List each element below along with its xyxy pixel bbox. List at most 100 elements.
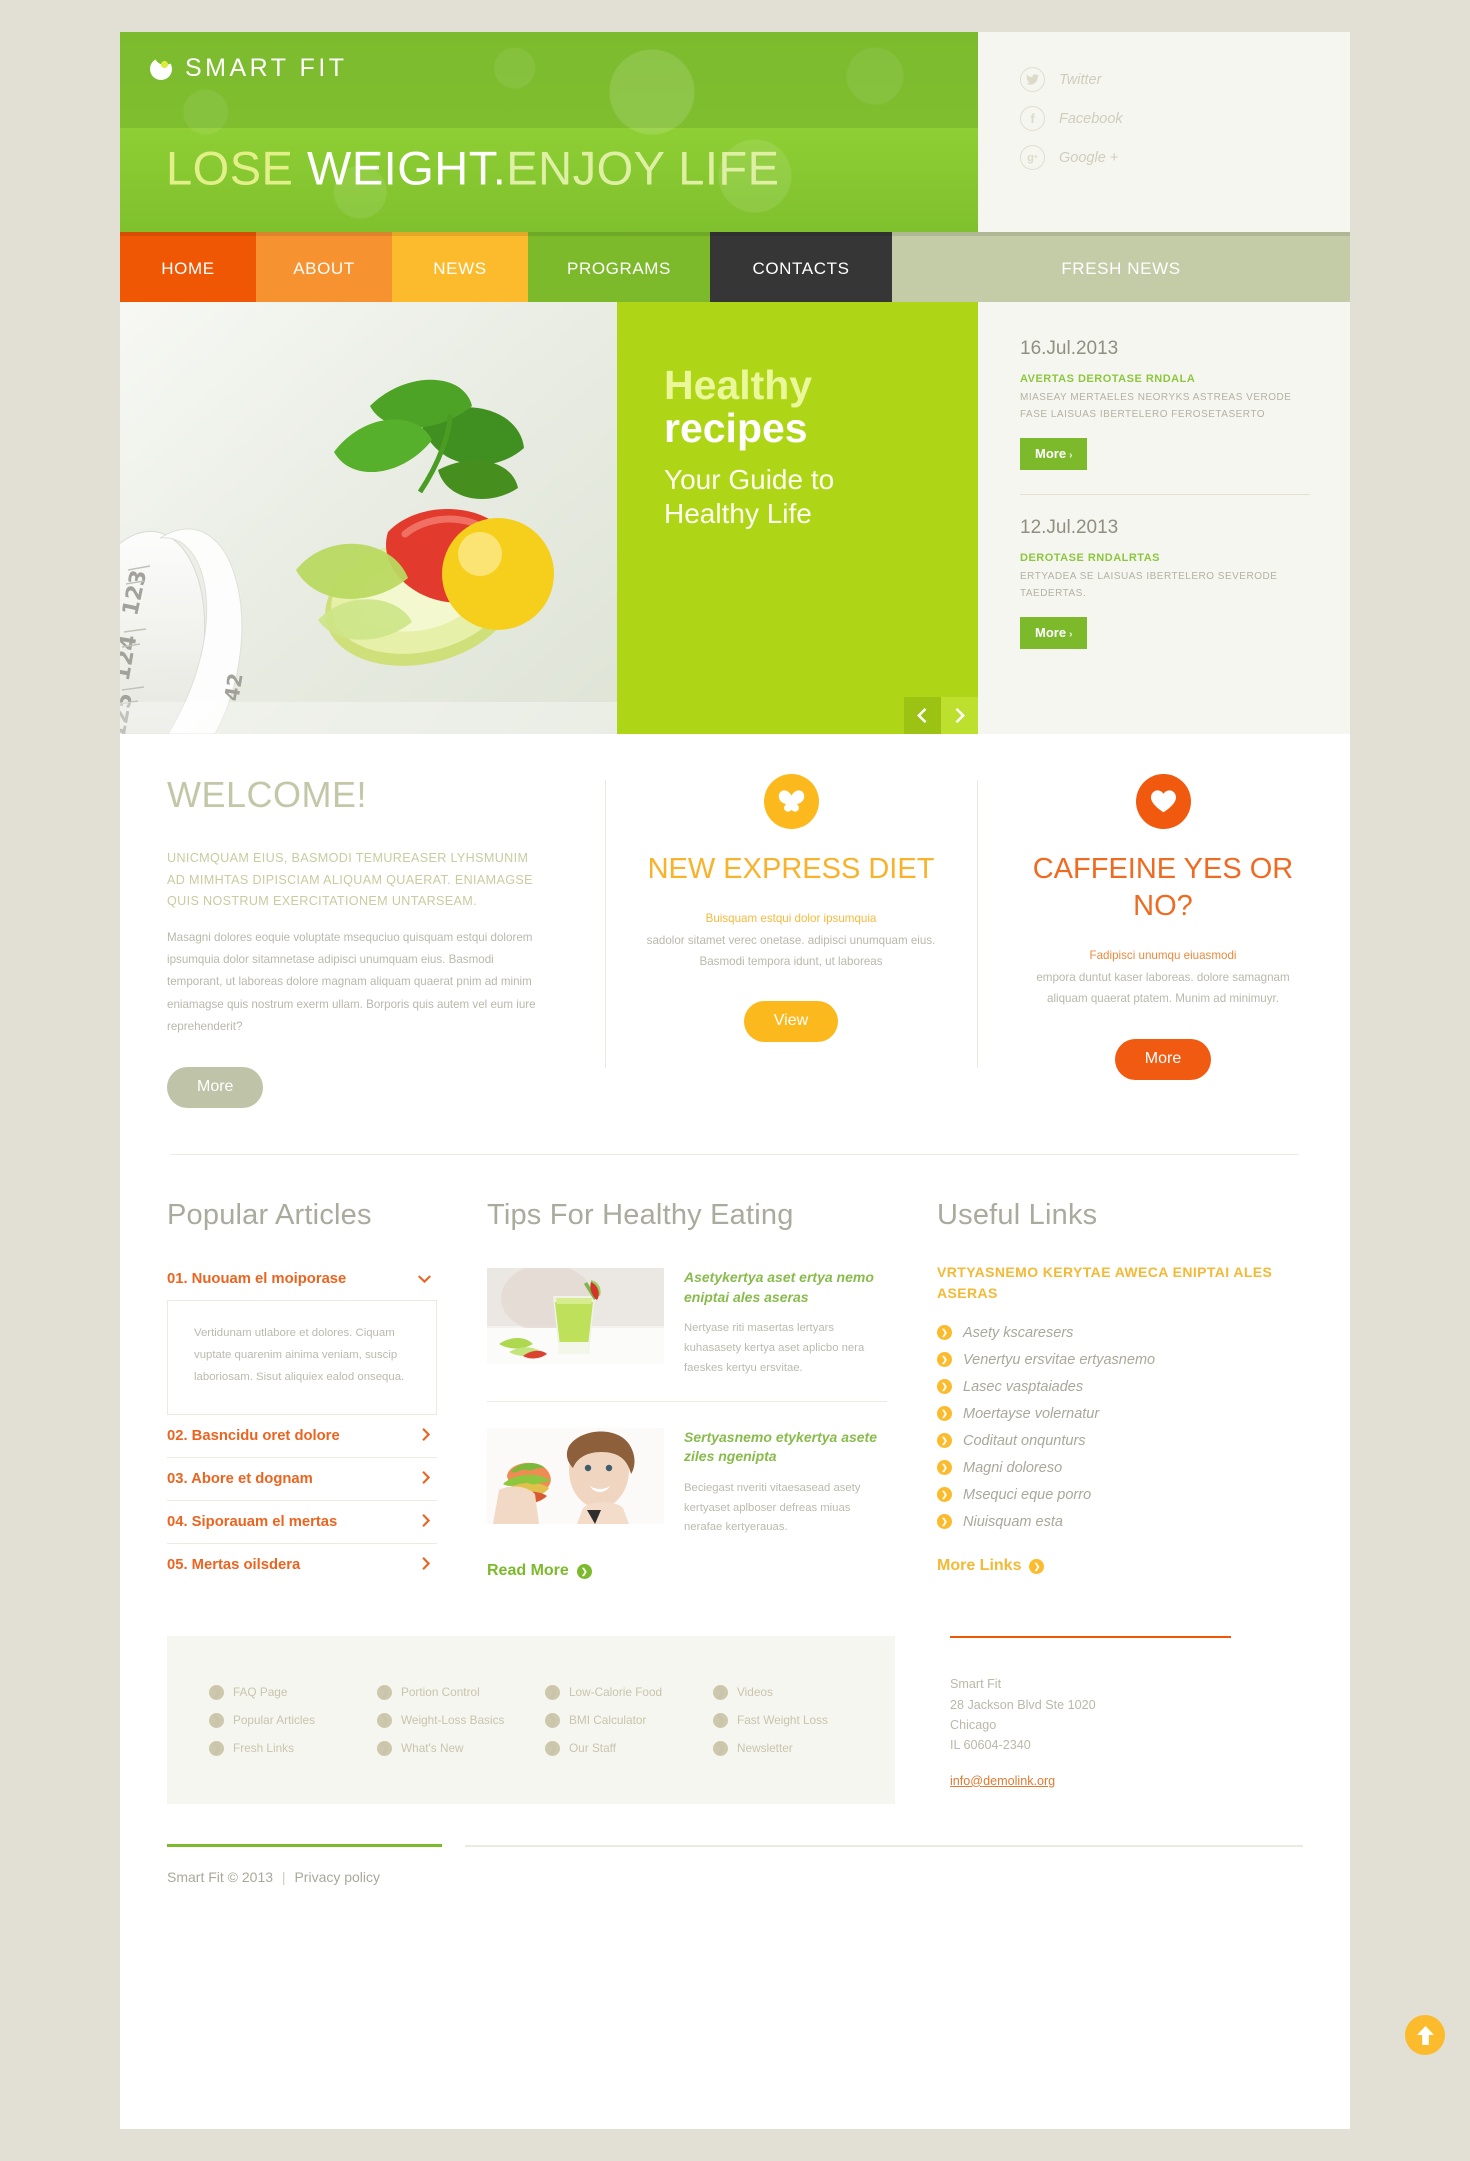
chevron-down-icon — [418, 1272, 431, 1287]
social-link-googleplus[interactable]: g + Google + — [1020, 145, 1350, 170]
feature-card-new-express-diet: NEW EXPRESS DIET Buisquam estqui dolor i… — [605, 774, 977, 1108]
feature-highlight: Fadipisci unumqu eiuasmodi — [1089, 949, 1237, 963]
footer-link[interactable]: ❯ Fast Weight Loss — [713, 1706, 881, 1734]
nav-item-fresh-news[interactable]: FRESH NEWS — [892, 232, 1350, 302]
address-line-4: IL 60604-2340 — [950, 1738, 1031, 1753]
arrow-right-circle-icon: ❯ — [937, 1352, 952, 1368]
arrow-right-circle-icon: ❯ — [377, 1740, 392, 1756]
accordion-panel-1: Vertidunam utlabore et dolores. Ciquam v… — [167, 1300, 437, 1416]
feature-title: CAFFEINE YES OR NO? — [1032, 853, 1294, 923]
welcome-more-button[interactable]: More — [167, 1067, 264, 1109]
scroll-to-top-button[interactable] — [1405, 2015, 1445, 2055]
accordion-item-3[interactable]: 03. Abore et dognam — [167, 1458, 437, 1502]
feature-body: sadolor sitamet verec onetase. adipisci … — [646, 933, 936, 968]
copyright-text: Smart Fit © 2013 — [167, 1869, 274, 1886]
rule-grey — [465, 1845, 1303, 1848]
footer-link[interactable]: ❯ Videos — [713, 1678, 881, 1706]
accordion-item-4[interactable]: 04. Siporauam el mertas — [167, 1501, 437, 1545]
arrow-right-circle-icon: ❯ — [713, 1740, 728, 1756]
social-label-facebook: Facebook — [1059, 110, 1123, 127]
tip-text-block: Asetykertya aset ertya nemo eniptai ales… — [684, 1268, 887, 1378]
green-smoothie-photo[interactable] — [487, 1268, 664, 1365]
news-heading: AVERTAS DEROTASE RNDALA — [1020, 373, 1196, 385]
tip-heading[interactable]: Asetykertya aset ertya nemo eniptai ales… — [684, 1268, 887, 1307]
page-title: WELCOME! — [167, 774, 368, 815]
hero-headline: LOSE WEIGHT.ENJOY LIFE — [166, 141, 779, 196]
social-link-twitter[interactable]: Twitter — [1020, 67, 1350, 92]
social-link-facebook[interactable]: f Facebook — [1020, 106, 1350, 131]
list-item[interactable]: ❯ Asety kscaresers — [937, 1319, 1297, 1346]
accordion-item-2[interactable]: 02. Basncidu oret dolore — [167, 1415, 437, 1459]
accordion-list: 01. Nuouam el moiporase Vertidunam utlab… — [167, 1258, 437, 1586]
privacy-policy-link[interactable]: Privacy policy — [294, 1869, 380, 1885]
list-item-label: Asety kscaresers — [963, 1324, 1074, 1341]
woman-with-burger-photo[interactable] — [487, 1427, 664, 1524]
list-item[interactable]: ❯ Niuisquam esta — [937, 1508, 1297, 1535]
list-item[interactable]: ❯ Venertyu ersvitae ertyasnemo — [937, 1346, 1297, 1373]
nav-item-contacts[interactable]: CONTACTS — [710, 232, 892, 302]
nav-item-home[interactable]: HOME — [120, 232, 256, 302]
accordion-label: 04. Siporauam el mertas — [167, 1514, 338, 1531]
facebook-icon: f — [1020, 106, 1045, 131]
footer-address-panel: Smart Fit 28 Jackson Blvd Ste 1020 Chica… — [895, 1636, 1303, 1804]
accordion-label: 01. Nuouam el moiporase — [167, 1271, 347, 1288]
footer-link-label: Low-Calorie Food — [569, 1685, 663, 1700]
arrow-right-circle-icon: ❯ — [937, 1379, 952, 1395]
footer-link[interactable]: ❯ Weight-Loss Basics — [377, 1706, 545, 1734]
feature-view-button[interactable]: View — [743, 1001, 839, 1043]
news-more-label: More — [1035, 625, 1067, 640]
footer-link-label: Fast Weight Loss — [737, 1713, 828, 1728]
footer-link[interactable]: ❯ Popular Articles — [209, 1706, 377, 1734]
accordion-item-5[interactable]: 05. Mertas oilsdera — [167, 1544, 437, 1586]
welcome-lead: UNICMQUAM EIUS, BASMODI TEMUREASER LYHSM… — [167, 851, 533, 909]
nav-item-news[interactable]: NEWS — [392, 232, 528, 302]
list-item[interactable]: ❯ Moertayse volernatur — [937, 1400, 1297, 1427]
feature-highlight: Buisquam estqui dolor ipsumquia — [705, 912, 877, 926]
feature-text: Fadipisci unumqu eiuasmodi empora duntut… — [1015, 945, 1311, 1009]
welcome-body: Masagni dolores eoquie voluptate msequci… — [167, 930, 536, 1033]
logo[interactable]: SMART FIT — [148, 54, 348, 83]
news-more-label: More — [1035, 446, 1067, 461]
footer-link[interactable]: ❯ Low-Calorie Food — [545, 1678, 713, 1706]
list-item[interactable]: ❯ Coditaut onqunturs — [937, 1427, 1297, 1454]
footer-link[interactable]: ❯ Our Staff — [545, 1734, 713, 1762]
arrow-right-circle-icon: ❯ — [1029, 1558, 1045, 1574]
tip-heading[interactable]: Sertyasnemo etykertya asete ziles ngenip… — [684, 1428, 887, 1467]
arrow-right-circle-icon: ❯ — [209, 1684, 224, 1700]
list-item[interactable]: ❯ Lasec vasptaiades — [937, 1373, 1297, 1400]
google-plus-icon: g + — [1020, 145, 1045, 170]
footer-link-label: BMI Calculator — [569, 1713, 647, 1728]
list-item-label: Niuisquam esta — [963, 1513, 1063, 1530]
footer-link[interactable]: ❯ Newsletter — [713, 1734, 881, 1762]
accordion-item-1[interactable]: 01. Nuouam el moiporase — [167, 1258, 437, 1300]
arrow-up-icon — [1416, 2025, 1434, 2045]
slider-title-line1: Healthy — [664, 362, 813, 408]
footer-link[interactable]: ❯ BMI Calculator — [545, 1706, 713, 1734]
address-rule — [950, 1636, 1231, 1639]
footer-link[interactable]: ❯ FAQ Page — [209, 1678, 377, 1706]
footer-section: ❯ FAQ Page ❯ Popular Articles ❯ Fresh Links… — [120, 1636, 1350, 1805]
news-more-button[interactable]: More › — [1020, 438, 1088, 470]
slider-next-button[interactable] — [941, 697, 978, 734]
nav-item-programs[interactable]: PROGRAMS — [528, 232, 710, 302]
footer-link[interactable]: ❯ What's New — [377, 1734, 545, 1762]
arrow-right-circle-icon: ❯ — [937, 1406, 952, 1422]
footer-link[interactable]: ❯ Fresh Links — [209, 1734, 377, 1762]
slider-prev-button[interactable] — [904, 697, 941, 734]
welcome-features-section: WELCOME! UNICMQUAM EIUS, BASMODI TEMUREA… — [120, 734, 1350, 1109]
read-more-link[interactable]: Read More ❯ — [487, 1562, 887, 1580]
list-item-label: Moertayse volernatur — [963, 1405, 1100, 1422]
list-item[interactable]: ❯ Msequci eque porro — [937, 1481, 1297, 1508]
email-link[interactable]: info@demolink.org — [950, 1774, 1055, 1788]
arrow-right-circle-icon: ❯ — [713, 1712, 728, 1728]
more-links-link[interactable]: More Links ❯ — [937, 1557, 1297, 1575]
news-more-button[interactable]: More › — [1020, 617, 1088, 649]
arrow-right-circle-icon: ❯ — [937, 1514, 952, 1530]
nav-item-about[interactable]: ABOUT — [256, 232, 392, 302]
headline-part-3: ENJOY LIFE — [506, 141, 780, 195]
list-item[interactable]: ❯ Magni doloreso — [937, 1454, 1297, 1481]
footer-link[interactable]: ❯ Portion Control — [377, 1678, 545, 1706]
chevron-right-icon: › — [1069, 629, 1073, 640]
address-line-1: Smart Fit — [950, 1677, 1002, 1692]
feature-more-button[interactable]: More — [1114, 1038, 1212, 1080]
